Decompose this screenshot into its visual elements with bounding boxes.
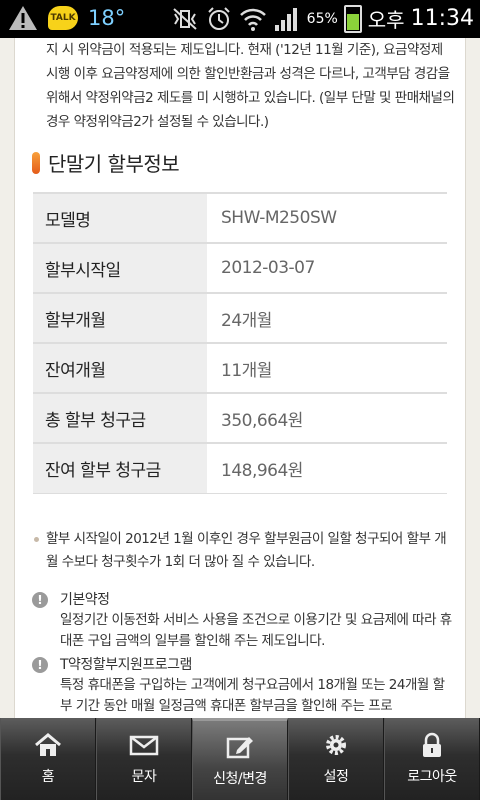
row-value: 11개월 [207,342,447,394]
row-value: 24개월 [207,292,447,344]
tab-settings[interactable]: 설정 [288,718,384,800]
row-value: 2012-03-07 [207,242,447,294]
content-area[interactable]: 지 시 위약금이 적용되는 제도입니다. 현재 ('12년 11월 기준), 요… [0,38,480,718]
tab-label: 로그아웃 [407,769,457,785]
vibrate-mute-icon [172,7,197,30]
status-bar: TALK 18° 65% 오후 11:34 [0,0,480,38]
table-row: 할부시작일 2012-03-07 [33,242,447,294]
row-label: 잔여 할부 청구금 [33,442,207,494]
section-header: 단말기 할부정보 [32,148,180,177]
alarm-icon [207,6,230,30]
row-label: 모델명 [33,192,207,244]
row-value: 148,964원 [207,442,447,494]
tab-label: 문자 [131,769,157,785]
tab-label: 홈 [41,769,55,785]
term-t-contract-program: ! T약정할부지원프로그램 특정 휴대폰을 구입하는 고객에게 청구요금에서 1… [32,655,456,717]
table-row: 할부개월 24개월 [33,292,447,344]
wifi-icon [239,8,266,31]
tab-apply-change[interactable]: 신청/변경 [192,718,288,800]
tab-label: 신청/변경 [213,770,267,787]
battery-percent: 65% [306,10,338,27]
edit-icon [226,736,253,758]
orange-bullet-icon [32,151,40,174]
row-label: 할부개월 [33,292,207,344]
row-value: SHW-M250SW [207,192,447,244]
row-label: 총 할부 청구금 [33,392,207,444]
signal-icon [274,7,297,31]
row-label: 잔여개월 [33,342,207,394]
term-basic-contract: ! 기본약정 일정기간 이동전화 서비스 사용을 조건으로 이용기간 및 요금제… [32,590,456,652]
gear-icon [326,735,346,755]
exclamation-icon: ! [32,592,48,608]
term-title: 기본약정 [60,592,110,608]
lock-icon [423,732,441,757]
installment-table: 모델명 SHW-M250SW 할부시작일 2012-03-07 할부개월 24개… [33,192,447,494]
term-body: 특정 휴대폰을 구입하는 고객에게 청구요금에서 18개월 또는 24개월 할부… [60,677,445,714]
clock-ampm: 오후 [367,8,405,32]
table-row: 잔여개월 11개월 [33,342,447,394]
bottom-tab-bar: 홈 문자 신청/변경 설정 로그아웃 [0,718,480,800]
intro-text: 지 시 위약금이 적용되는 제도입니다. 현재 ('12년 11월 기준), 요… [46,42,455,130]
table-row: 모델명 SHW-M250SW [33,192,447,244]
section-title: 단말기 할부정보 [48,152,180,176]
bullet-dot-icon [34,537,39,542]
temperature: 18° [88,6,126,30]
tab-messages[interactable]: 문자 [96,718,192,800]
battery-icon [343,4,362,33]
term-body: 일정기간 이동전화 서비스 사용을 조건으로 이용기간 및 요금제에 따라 휴대… [60,612,452,649]
home-icon [35,733,61,756]
row-value: 350,664원 [207,392,447,444]
tab-logout[interactable]: 로그아웃 [384,718,480,800]
mail-icon [129,735,159,756]
row-label: 할부시작일 [33,242,207,294]
installment-note: 할부 시작일이 2012년 1월 이후인 경우 할부원금이 일할 청구되어 할부… [34,528,456,574]
clock-time: 11:34 [410,6,474,31]
kakaotalk-icon: TALK [48,6,78,30]
table-row: 총 할부 청구금 350,664원 [33,392,447,444]
note-text: 할부 시작일이 2012년 1월 이후인 경우 할부원금이 일할 청구되어 할부… [46,531,447,570]
term-title: T약정할부지원프로그램 [60,657,192,673]
exclamation-icon: ! [32,657,48,673]
warning-icon [9,6,37,30]
table-row: 잔여 할부 청구금 148,964원 [33,442,447,494]
tab-home[interactable]: 홈 [0,718,96,800]
tab-label: 설정 [323,769,349,785]
